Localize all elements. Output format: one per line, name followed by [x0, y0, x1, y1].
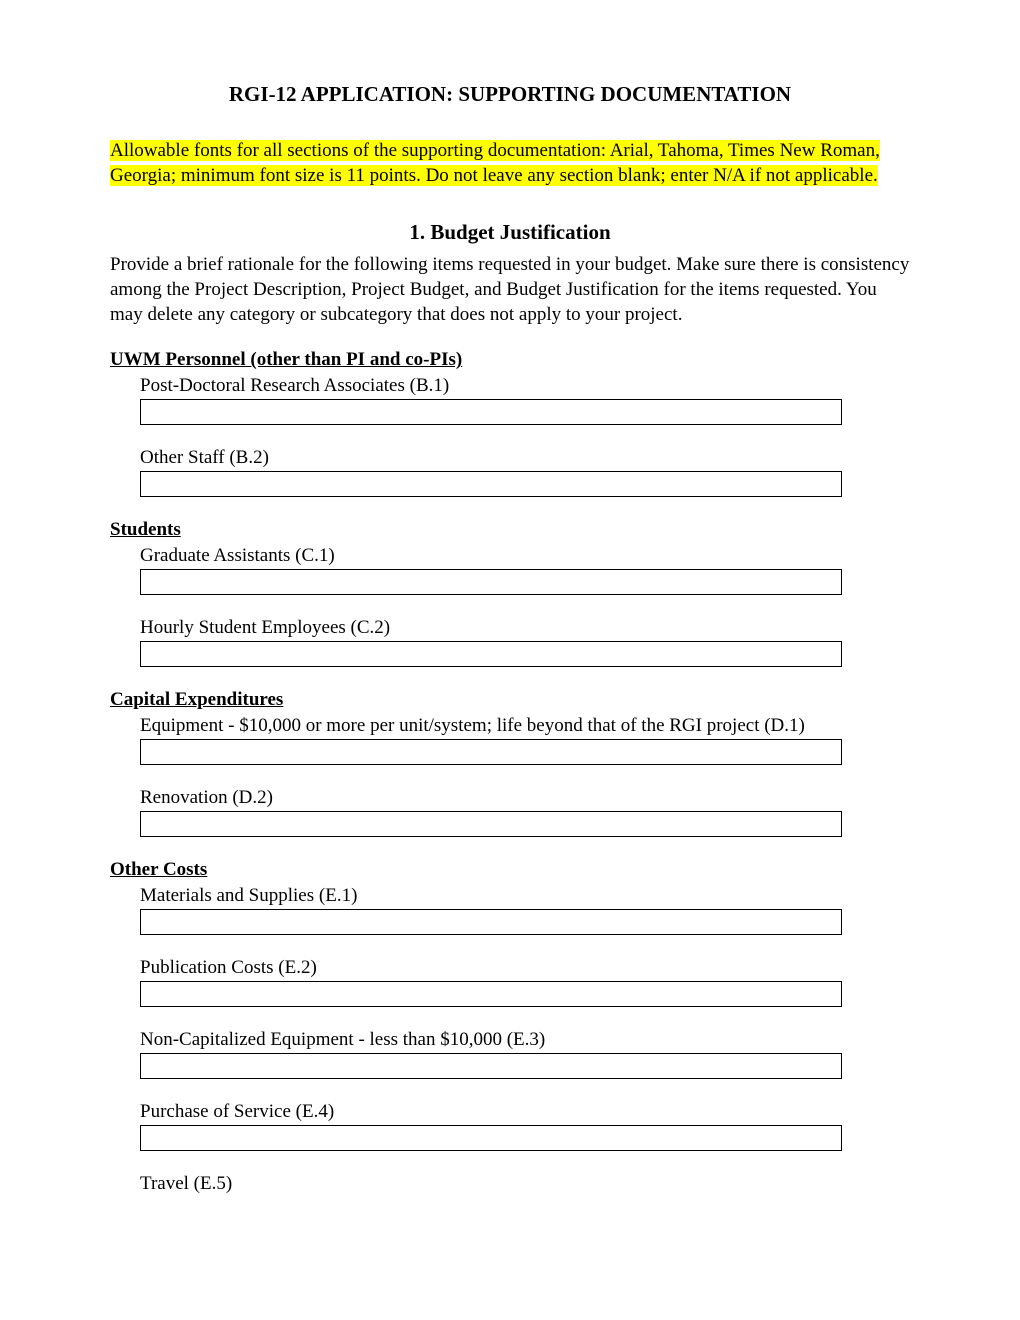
label-postdoc-b1: Post-Doctoral Research Associates (B.1): [140, 375, 910, 397]
input-materials-e1[interactable]: [140, 909, 842, 935]
label-hourly-students-c2: Hourly Student Employees (C.2): [140, 617, 910, 639]
input-service-e4[interactable]: [140, 1125, 842, 1151]
section-header-capital: Capital Expenditures: [110, 689, 910, 711]
label-renovation-d2: Renovation (D.2): [140, 787, 910, 809]
section-header-students: Students: [110, 519, 910, 541]
label-materials-e1: Materials and Supplies (E.1): [140, 885, 910, 907]
label-service-e4: Purchase of Service (E.4): [140, 1101, 910, 1123]
section-header-other: Other Costs: [110, 859, 910, 881]
label-noncap-equipment-e3: Non-Capitalized Equipment - less than $1…: [140, 1029, 910, 1051]
input-other-staff-b2[interactable]: [140, 471, 842, 497]
label-publication-e2: Publication Costs (E.2): [140, 957, 910, 979]
field-block-e2: Publication Costs (E.2): [140, 957, 910, 1007]
input-noncap-equipment-e3[interactable]: [140, 1053, 842, 1079]
field-block-e3: Non-Capitalized Equipment - less than $1…: [140, 1029, 910, 1079]
label-other-staff-b2: Other Staff (B.2): [140, 447, 910, 469]
label-grad-assistants-c1: Graduate Assistants (C.1): [140, 545, 910, 567]
field-block-b1: Post-Doctoral Research Associates (B.1): [140, 375, 910, 425]
input-equipment-d1[interactable]: [140, 739, 842, 765]
input-grad-assistants-c1[interactable]: [140, 569, 842, 595]
field-block-e4: Purchase of Service (E.4): [140, 1101, 910, 1151]
label-travel-e5: Travel (E.5): [140, 1173, 910, 1195]
input-renovation-d2[interactable]: [140, 811, 842, 837]
field-block-c1: Graduate Assistants (C.1): [140, 545, 910, 595]
input-publication-e2[interactable]: [140, 981, 842, 1007]
highlight-note: Allowable fonts for all sections of the …: [110, 140, 880, 186]
intro-paragraph: Provide a brief rationale for the follow…: [110, 253, 910, 327]
field-block-c2: Hourly Student Employees (C.2): [140, 617, 910, 667]
field-block-b2: Other Staff (B.2): [140, 447, 910, 497]
label-equipment-d1: Equipment - $10,000 or more per unit/sys…: [140, 715, 910, 737]
section-header-personnel: UWM Personnel (other than PI and co-PIs): [110, 349, 910, 371]
input-postdoc-b1[interactable]: [140, 399, 842, 425]
section-title-budget-justification: 1. Budget Justification: [110, 220, 910, 245]
document-title: RGI-12 APPLICATION: SUPPORTING DOCUMENTA…: [110, 82, 910, 107]
field-block-d2: Renovation (D.2): [140, 787, 910, 837]
highlight-note-wrapper: Allowable fonts for all sections of the …: [110, 139, 910, 188]
input-hourly-students-c2[interactable]: [140, 641, 842, 667]
page: RGI-12 APPLICATION: SUPPORTING DOCUMENTA…: [0, 0, 1020, 1320]
field-block-e1: Materials and Supplies (E.1): [140, 885, 910, 935]
field-block-d1: Equipment - $10,000 or more per unit/sys…: [140, 715, 910, 765]
